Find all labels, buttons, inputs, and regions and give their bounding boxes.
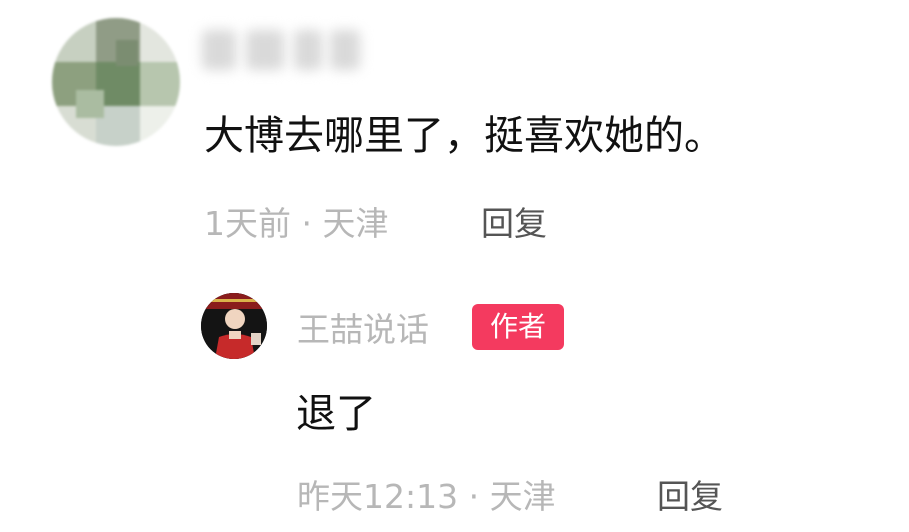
reply-button[interactable]: 回复 <box>481 201 547 247</box>
pixelated-avatar-icon <box>52 18 180 146</box>
author-name[interactable]: 王喆说话 <box>297 307 429 353</box>
reply-time: 昨天12:13 <box>297 477 459 516</box>
commenter-name-blurred <box>202 30 362 74</box>
meta-separator: · <box>301 204 313 243</box>
reply-meta: 昨天12:13 · 天津 <box>297 474 556 520</box>
author-avatar[interactable] <box>201 293 267 359</box>
author-badge: 作者 <box>472 304 564 350</box>
reply-text: 退了 <box>296 391 376 437</box>
reply-button[interactable]: 回复 <box>657 474 723 520</box>
meta-separator: · <box>468 477 480 516</box>
comment-text: 大博去哪里了，挺喜欢她的。 <box>204 113 724 159</box>
comment-time: 1天前 <box>204 204 291 243</box>
comment-location: 天津 <box>322 204 389 243</box>
commenter-avatar-blurred[interactable] <box>52 18 180 146</box>
person-avatar-icon <box>201 293 267 359</box>
comment-meta: 1天前 · 天津 <box>204 201 389 247</box>
reply-location: 天津 <box>489 477 556 516</box>
